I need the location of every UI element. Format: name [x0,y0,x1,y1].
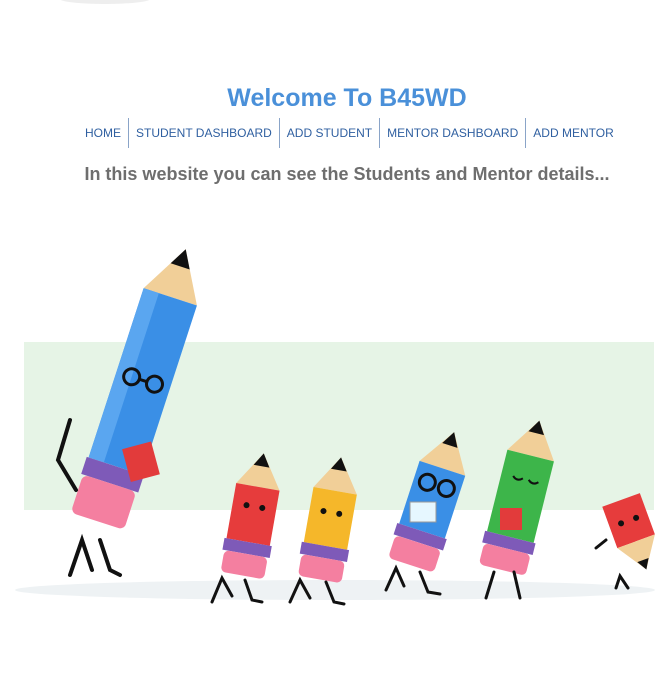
top-smudge [60,0,150,4]
nav-add-mentor[interactable]: ADD MENTOR [526,118,620,148]
page-tagline: In this website you can see the Students… [84,164,610,184]
nav-add-student[interactable]: ADD STUDENT [280,118,381,148]
pencils-illustration [15,249,655,606]
nav-student-dashboard[interactable]: STUDENT DASHBOARD [129,118,280,148]
ground-shadow [15,580,655,600]
nav-home[interactable]: HOME [78,118,129,148]
main-nav: HOME STUDENT DASHBOARD ADD STUDENT MENTO… [78,118,621,148]
red-pencil-small [594,493,655,590]
page: Welcome To B45WD HOME STUDENT DASHBOARD … [0,0,670,697]
nav-mentor-dashboard[interactable]: MENTOR DASHBOARD [380,118,527,148]
page-title: Welcome To B45WD [227,84,467,112]
